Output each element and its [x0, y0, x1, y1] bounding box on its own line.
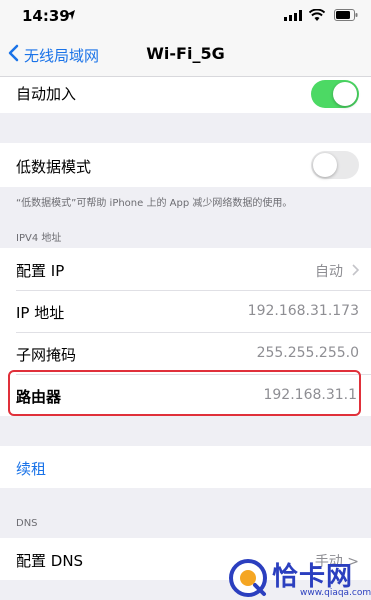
chevron-right-icon	[352, 264, 359, 276]
cellular-signal-icon	[284, 10, 302, 21]
toggle-knob	[313, 153, 337, 177]
toggle-knob	[333, 82, 357, 106]
auto-join-toggle[interactable]	[311, 80, 359, 108]
configure-dns-label: 配置 DNS	[16, 552, 84, 570]
auto-join-row: 自动加入	[0, 77, 371, 113]
location-arrow-icon	[67, 10, 75, 20]
page-title: Wi-Fi_5G	[146, 44, 225, 63]
watermark-logo: 恰卡网 www.qiaqa.com	[228, 556, 371, 600]
configure-ip-row[interactable]: 配置 IP 自动	[0, 248, 371, 290]
dns-section-header: DNS	[16, 518, 38, 529]
subnet-mask-value: 255.255.255.0	[256, 345, 359, 361]
battery-icon	[334, 9, 358, 21]
router-highlight-annotation	[8, 370, 361, 416]
ip-address-label: IP 地址	[16, 304, 65, 322]
ipv4-section-header: IPV4 地址	[16, 233, 62, 244]
configure-ip-label: 配置 IP	[16, 262, 65, 280]
subnet-mask-label: 子网掩码	[16, 346, 77, 364]
low-data-mode-footer: “低数据模式”可帮助 iPhone 上的 App 减少网络数据的使用。	[16, 198, 293, 209]
ip-address-row: IP 地址 192.168.31.173	[0, 291, 371, 332]
subnet-mask-row: 子网掩码 255.255.255.0	[0, 333, 371, 374]
watermark-url: www.qiaqa.com	[300, 588, 371, 598]
ip-address-value: 192.168.31.173	[247, 303, 359, 319]
low-data-mode-toggle[interactable]	[311, 151, 359, 179]
watermark-logo-icon	[229, 559, 267, 597]
renew-lease-row[interactable]: 续租	[0, 446, 371, 488]
status-bar: 14:39	[0, 0, 371, 32]
low-data-mode-row: 低数据模式	[0, 143, 371, 187]
renew-lease-button[interactable]: 续租	[16, 458, 46, 479]
configure-ip-value: 自动	[315, 264, 343, 280]
status-time: 14:39	[22, 7, 70, 25]
low-data-mode-label: 低数据模式	[16, 158, 92, 176]
navigation-bar: 无线局域网 Wi-Fi_5G	[0, 32, 371, 77]
wifi-icon	[309, 9, 325, 21]
auto-join-label: 自动加入	[16, 85, 77, 103]
